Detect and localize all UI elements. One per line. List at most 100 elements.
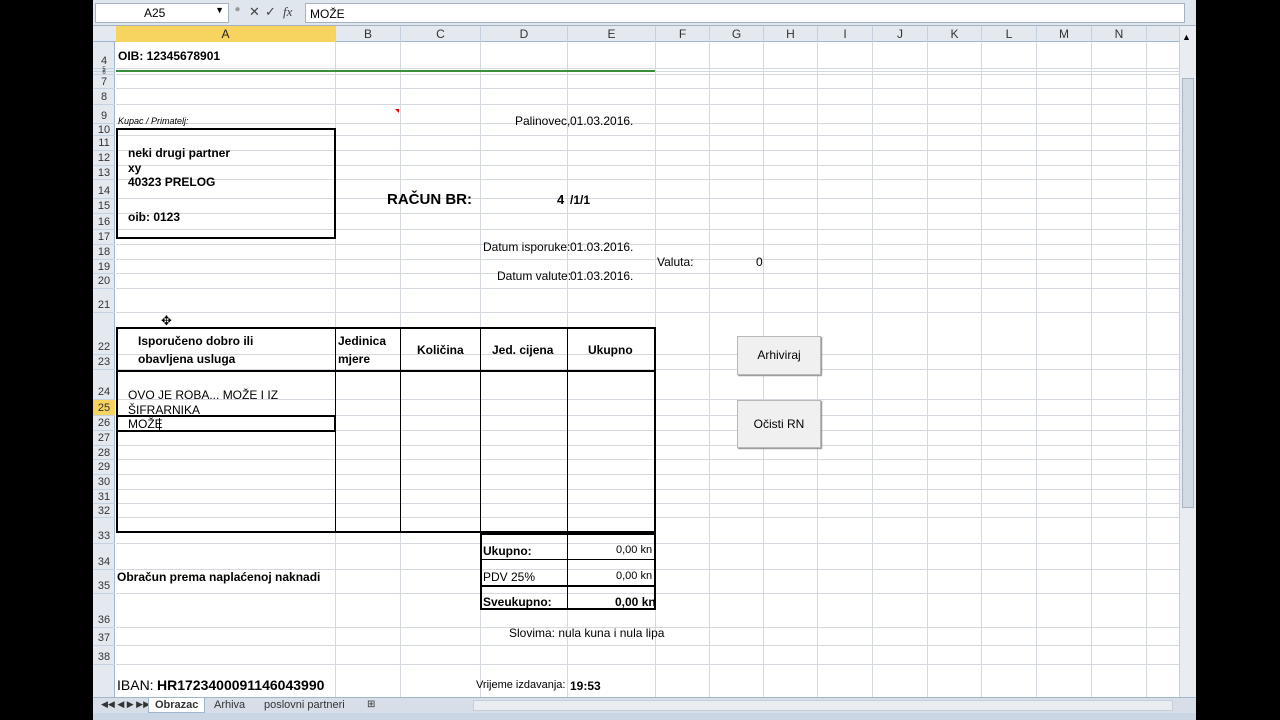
row-header-4[interactable]: 4	[93, 42, 115, 69]
row-header-23[interactable]: 23	[93, 355, 115, 370]
buyer-city: 40323 PRELOG	[128, 175, 216, 189]
column-header-h[interactable]: H	[764, 26, 818, 42]
row-header-25[interactable]: 25	[93, 400, 115, 416]
grand-total-label: Sveukupno:	[483, 595, 552, 609]
formula-buttons: ⦁ ✕ ✓ fx	[233, 3, 305, 23]
header-item-line2: obavljena usluga	[138, 352, 236, 366]
gridline-h	[116, 273, 1179, 274]
row-header-26[interactable]: 26	[93, 416, 115, 431]
due-date-label: Datum valute:	[497, 269, 572, 283]
row-header-17[interactable]: 17	[93, 230, 115, 245]
column-header-g[interactable]: G	[710, 26, 764, 42]
row-header-15[interactable]: 15	[93, 199, 115, 214]
row-header-11[interactable]: 11	[93, 136, 115, 151]
gridline-h	[116, 259, 1179, 260]
cancel-icon[interactable]: ✕	[249, 4, 260, 20]
row-header-30[interactable]: 30	[93, 475, 115, 490]
row-header-36[interactable]: 36	[93, 594, 115, 628]
row-header-20[interactable]: 20	[93, 274, 115, 289]
gridline-h	[116, 88, 1179, 89]
row-header-34[interactable]: 34	[93, 544, 115, 570]
tab-poslovni-partneri[interactable]: poslovni partneri	[258, 698, 351, 713]
row-header-21[interactable]: 21	[93, 289, 115, 313]
row-header-33[interactable]: 33	[93, 518, 115, 544]
vertical-scrollbar[interactable]: ▲	[1179, 26, 1196, 697]
row-header-18[interactable]: 18	[93, 245, 115, 260]
row-header-10[interactable]: 10	[93, 124, 115, 136]
column-header-f[interactable]: F	[656, 26, 710, 42]
drag-handle-icon[interactable]: ⦁	[235, 4, 240, 15]
place-text: Palinovec,	[515, 114, 571, 128]
row-header-24[interactable]: 24	[93, 370, 115, 400]
column-header-n[interactable]: N	[1092, 26, 1147, 42]
row-header-9[interactable]: 9	[93, 105, 115, 124]
row-header-7[interactable]: 7	[93, 75, 115, 89]
row-header-27[interactable]: 27	[93, 431, 115, 446]
row-header-16[interactable]: 16	[93, 214, 115, 230]
green-divider	[116, 70, 655, 72]
row-header-14[interactable]: 14	[93, 180, 115, 199]
row-header-38[interactable]: 38	[93, 646, 115, 665]
grand-total-value: 0,00 kn	[615, 595, 656, 609]
formula-input[interactable]: MOŽE	[305, 3, 1185, 23]
gridline-h	[116, 645, 1179, 646]
vat-value: 0,00 kn	[616, 570, 653, 582]
column-header-c[interactable]: C	[401, 26, 481, 42]
column-header-m[interactable]: M	[1037, 26, 1092, 42]
gridline-h	[116, 312, 1179, 313]
issue-time: 19:53	[570, 679, 601, 693]
tab-nav-icons[interactable]: ◀◀ ◀ ▶ ▶▶	[95, 698, 156, 713]
row-header-19[interactable]: 19	[93, 260, 115, 274]
scroll-thumb[interactable]	[1182, 78, 1194, 508]
header-unit-line1: Jedinica	[338, 334, 387, 348]
enter-icon[interactable]: ✓	[265, 4, 276, 20]
column-header-d[interactable]: D	[481, 26, 568, 42]
column-header-i[interactable]: I	[818, 26, 873, 42]
items-header-divider	[116, 370, 656, 372]
col-divider-4	[567, 327, 568, 533]
buyer-name: neki drugi partner	[128, 146, 231, 160]
vat-label: PDV 25%	[483, 570, 536, 584]
row-header-31[interactable]: 31	[93, 490, 115, 504]
column-header-e[interactable]: E	[568, 26, 656, 42]
issue-time-label: Vrijeme izdavanja:	[476, 679, 566, 691]
chevron-down-icon[interactable]: ▼	[215, 5, 224, 15]
insert-sheet-icon[interactable]: ⊞	[361, 698, 381, 713]
active-cell-text[interactable]: MOŽE	[128, 417, 163, 431]
excel-window: A25 ▼ ⦁ ✕ ✓ fx MOŽE ABCDEFGHIJKLMN 45678…	[93, 0, 1196, 720]
tab-arhiva[interactable]: Arhiva	[208, 698, 251, 713]
row-header-29[interactable]: 29	[93, 460, 115, 475]
totals-col-divider	[567, 533, 568, 610]
row-header-8[interactable]: 8	[93, 89, 115, 105]
archive-button[interactable]: Arhiviraj	[737, 336, 821, 375]
row-header-37[interactable]: 37	[93, 628, 115, 646]
row-header-28[interactable]: 28	[93, 446, 115, 460]
gridline-h	[116, 244, 1179, 245]
horizontal-scrollbar[interactable]	[473, 700, 1173, 711]
column-header-j[interactable]: J	[873, 26, 928, 42]
column-header-a[interactable]: A	[116, 26, 336, 42]
currency-label: Valuta:	[657, 255, 694, 269]
subtotal-label: Ukupno:	[483, 544, 532, 558]
delivery-date: 01.03.2016.	[570, 240, 634, 254]
row-header-32[interactable]: 32	[93, 504, 115, 518]
cell-grid[interactable]: OIB: 12345678901 Kupac / Primatelj: Pali…	[116, 42, 1179, 697]
status-bar	[93, 713, 1196, 720]
row-header-35[interactable]: 35	[93, 570, 115, 594]
column-header-b[interactable]: B	[336, 26, 401, 42]
gridline-h	[116, 664, 1179, 665]
column-header-l[interactable]: L	[982, 26, 1037, 42]
gridline-v	[1091, 42, 1092, 697]
column-header-k[interactable]: K	[928, 26, 982, 42]
insert-function-icon[interactable]: fx	[283, 4, 292, 20]
tab-obrazac[interactable]: Obrazac	[148, 698, 206, 713]
name-box[interactable]: A25 ▼	[95, 3, 229, 23]
row-headers: 4 5 6 7 8 9 10 11 12 13 14 15 16 17 18 19 20 21 22 23 24 25 26…	[93, 42, 115, 697]
row-header-13[interactable]: 13	[93, 166, 115, 180]
clear-invoice-button[interactable]: Očisti RN	[737, 400, 821, 448]
row-header-22[interactable]: 22	[93, 313, 115, 355]
scroll-up-icon[interactable]: ▲	[1182, 32, 1191, 42]
iban-value: HR1723400091146043990	[157, 677, 325, 693]
row-header-12[interactable]: 12	[93, 151, 115, 166]
gridline-v	[709, 42, 710, 697]
